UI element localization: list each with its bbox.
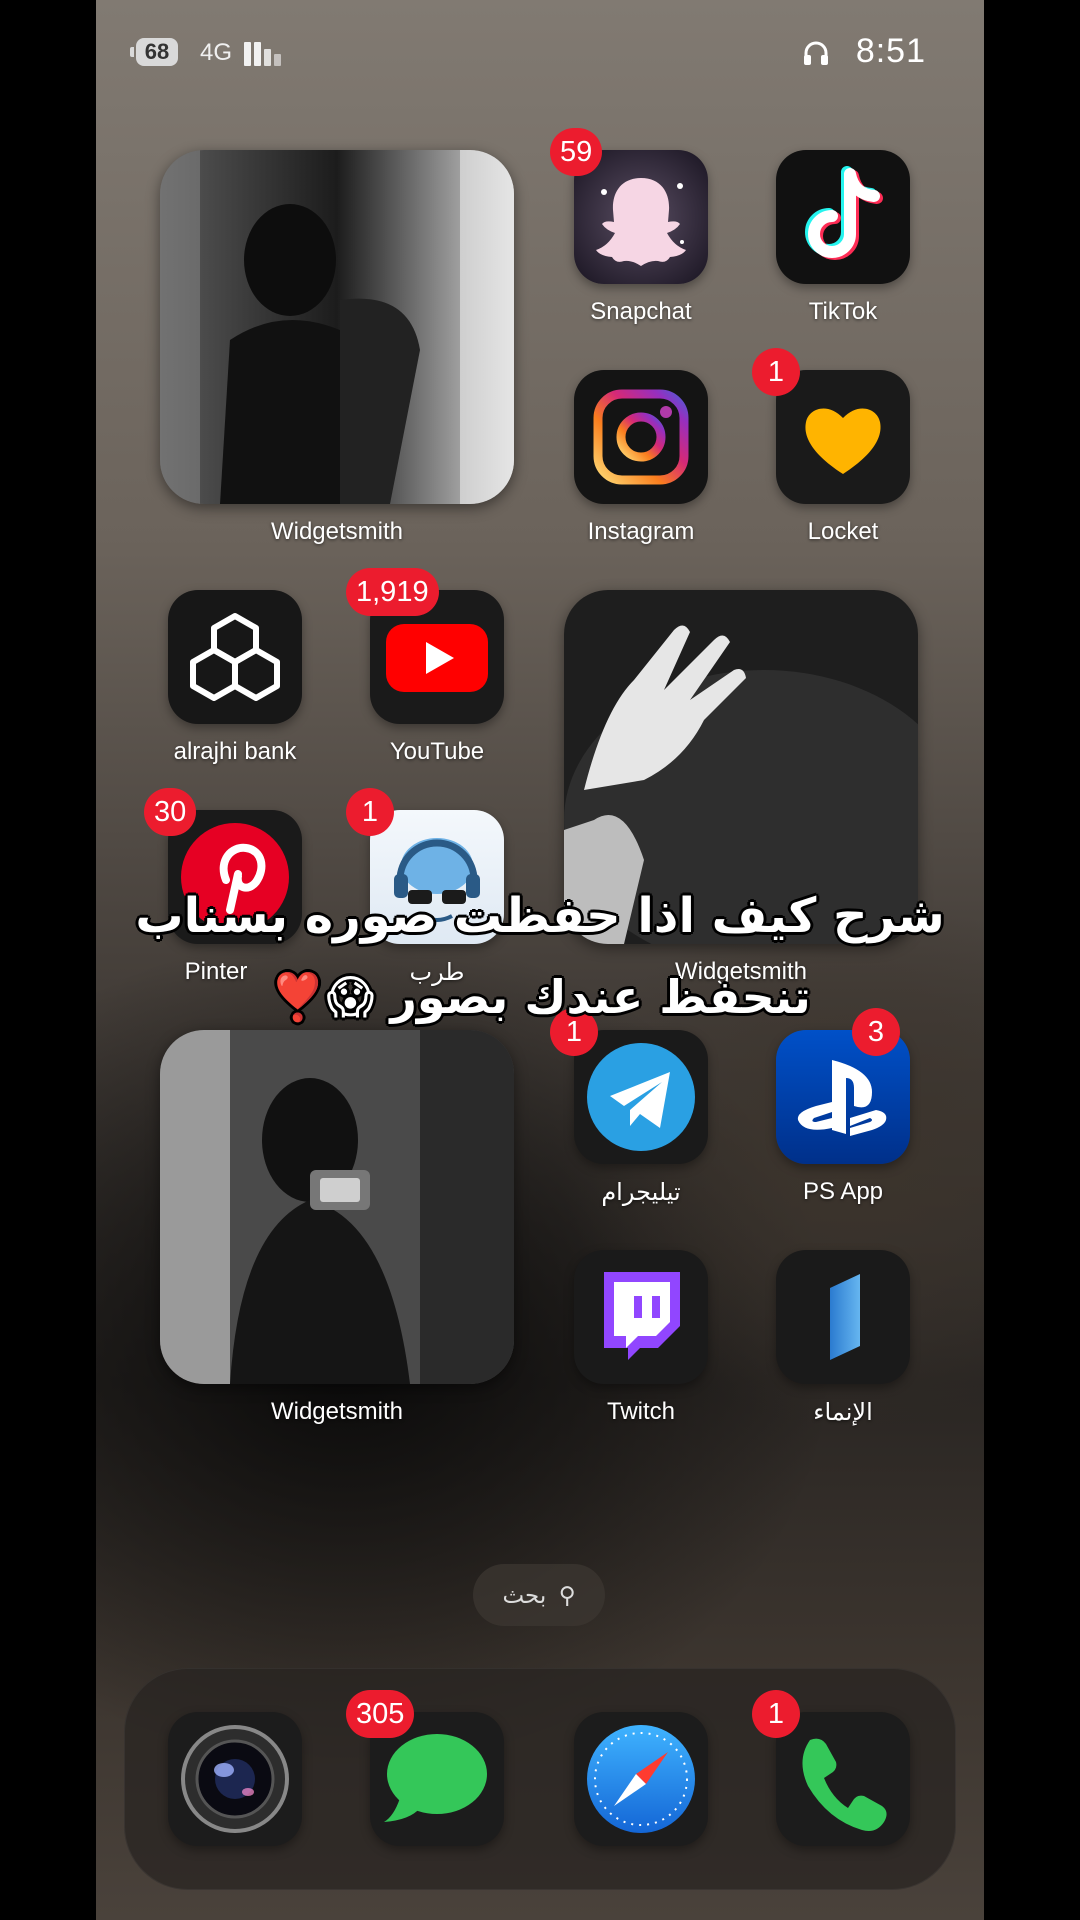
instagram-app[interactable] [574, 370, 708, 504]
messages-badge: 305 [346, 1690, 415, 1738]
search-icon: ⚲ [558, 1582, 576, 1608]
paper-plane-icon [587, 1043, 695, 1151]
signal-bars-icon [244, 40, 290, 66]
camera-lens-icon [181, 1725, 289, 1833]
headphones-icon [804, 41, 828, 65]
snapchat-app[interactable] [574, 150, 708, 284]
network-type: 4G [200, 39, 233, 66]
locket-app[interactable] [776, 370, 910, 504]
mirror-selfie-image [160, 1030, 514, 1384]
alinmaa-label: الإنماء [813, 1399, 873, 1426]
heart-icon [805, 408, 881, 474]
widgetsmith-photo-widget[interactable] [160, 150, 514, 504]
camera-app[interactable] [168, 1712, 302, 1846]
twitch-label: Twitch [606, 1398, 675, 1425]
search-label: بحث [502, 1582, 547, 1608]
phone-badge: 1 [752, 1690, 800, 1738]
alinmaa-app[interactable] [776, 1250, 910, 1384]
alinmaa-logo-icon [830, 1274, 860, 1360]
pinterest-badge: 30 [144, 788, 197, 836]
instagram-label: Instagram [587, 518, 695, 545]
phone-app[interactable] [776, 1712, 910, 1846]
alrajhi-logo-icon [190, 613, 280, 701]
caption-line-1: شرح كيف اذا حفظت صوره بسناب [135, 888, 945, 944]
youtube-label: YouTube [389, 738, 485, 765]
compass-icon [587, 1725, 695, 1833]
widget-label-3: Widgetsmith [270, 1398, 404, 1425]
status-bar: 68 4G 8:51 [96, 30, 984, 76]
alrajhi-label: alrajhi bank [173, 738, 297, 765]
phone-handset-icon [802, 1738, 887, 1831]
widgetsmith-photo-widget-3[interactable] [160, 1030, 514, 1384]
photo-silhouette-image [160, 150, 514, 504]
alrajhi-bank-app[interactable] [168, 590, 302, 724]
locket-badge: 1 [752, 348, 800, 396]
locket-label: Locket [807, 518, 879, 545]
caption-line-2: تنحفظ عندك بصور 😱❣️ [269, 970, 811, 1024]
ghost-icon [596, 178, 686, 266]
ps-app-label: PS App [802, 1178, 884, 1205]
widget-label: Widgetsmith [270, 518, 404, 545]
home-screen: 68 4G 8:51 Widgetsmith 59 Snapchat TikTo… [96, 0, 984, 1920]
snapchat-badge: 59 [550, 128, 603, 176]
instagram-camera-icon [593, 389, 689, 485]
clock: 8:51 [855, 32, 926, 70]
telegram-label: تيليجرام [601, 1179, 681, 1206]
tarab-badge: 1 [346, 788, 394, 836]
tiktok-label: TikTok [808, 298, 878, 325]
twitch-icon [604, 1272, 680, 1360]
tiktok-app[interactable] [776, 150, 910, 284]
snapchat-label: Snapchat [590, 298, 692, 325]
telegram-app[interactable] [574, 1030, 708, 1164]
tiktok-note-icon [805, 166, 883, 260]
youtube-badge: 1,919 [346, 568, 439, 616]
safari-app[interactable] [574, 1712, 708, 1846]
search-pill[interactable]: بحث ⚲ [473, 1564, 605, 1626]
twitch-app[interactable] [574, 1250, 708, 1384]
battery-indicator: 68 [130, 38, 178, 66]
